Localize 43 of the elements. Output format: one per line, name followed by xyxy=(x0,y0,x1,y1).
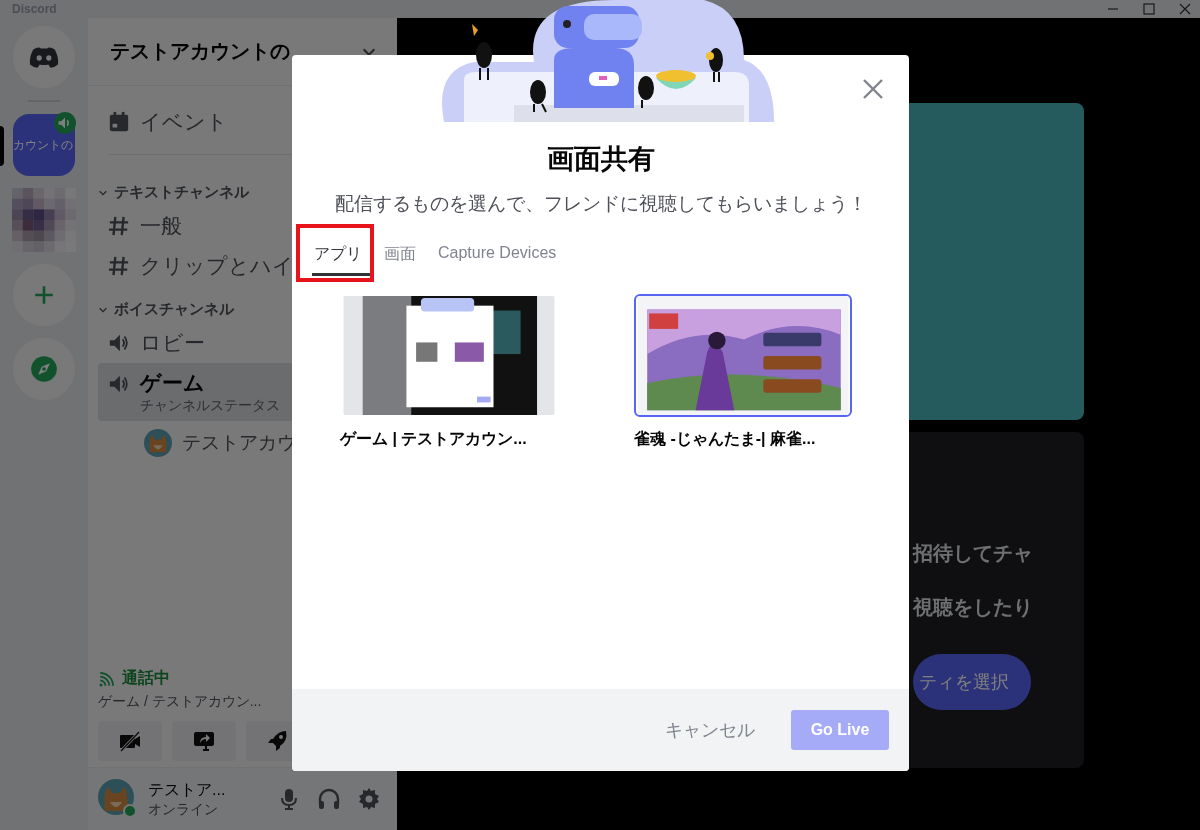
invite-text: 視聴をしたり xyxy=(913,595,1033,620)
camera-off-icon xyxy=(118,729,142,753)
screen-share-icon xyxy=(192,729,216,753)
speaker-icon xyxy=(108,332,130,354)
discord-logo-icon xyxy=(29,46,59,68)
avatar-icon xyxy=(144,429,172,457)
dialog-title: 画面共有 xyxy=(546,143,655,176)
choose-activity-button[interactable]: ティを選択 xyxy=(913,654,1031,710)
headphones-icon[interactable] xyxy=(317,787,341,811)
tab[interactable]: 画面 xyxy=(382,236,428,276)
events-item[interactable]: イベント xyxy=(98,98,387,146)
channel-name: 一般 xyxy=(140,213,182,239)
signal-icon xyxy=(98,669,116,688)
connection-status: 通話中 xyxy=(122,668,170,688)
tab[interactable]: Capture Devices xyxy=(436,236,569,273)
category-header[interactable]: ボイスチャンネル xyxy=(98,286,387,323)
server-name: テストアカウントの xyxy=(110,39,290,64)
maximize-icon[interactable] xyxy=(1142,2,1156,16)
avatar-icon xyxy=(98,779,138,819)
close-icon[interactable] xyxy=(861,77,885,101)
invite-text: 招待してチャ xyxy=(913,541,1033,566)
server-button[interactable]: カウントの xyxy=(13,114,75,176)
hash-icon xyxy=(108,255,130,277)
dialog-subtitle: 配信するものを選んで、フレンドに視聴してもらいましょう！ xyxy=(333,192,868,216)
speaker-icon xyxy=(108,373,130,395)
settings-icon[interactable] xyxy=(357,787,381,811)
plus-icon xyxy=(33,284,55,306)
channel-item[interactable]: ロビー xyxy=(98,323,387,363)
user-status: オンライン xyxy=(148,800,219,819)
cancel-button[interactable]: キャンセル xyxy=(659,717,761,743)
camera-button[interactable] xyxy=(98,721,162,761)
channel-name: ロビー xyxy=(140,330,205,356)
hash-icon xyxy=(108,215,130,237)
compass-icon xyxy=(30,355,58,383)
source-name: ゲーム | テストアカウン... xyxy=(340,429,528,449)
close-icon[interactable] xyxy=(1178,2,1192,16)
source-name: 雀魂 -じゃんたま-| 麻雀... xyxy=(634,429,817,449)
calendar-icon xyxy=(108,111,130,133)
channel-name: クリップとハイ xyxy=(140,253,294,279)
channel-status: チャンネルステータス xyxy=(140,397,280,415)
user-name: テストア... xyxy=(148,779,227,800)
channel-name: ゲーム xyxy=(140,370,206,396)
screen-share-button[interactable] xyxy=(172,721,236,761)
